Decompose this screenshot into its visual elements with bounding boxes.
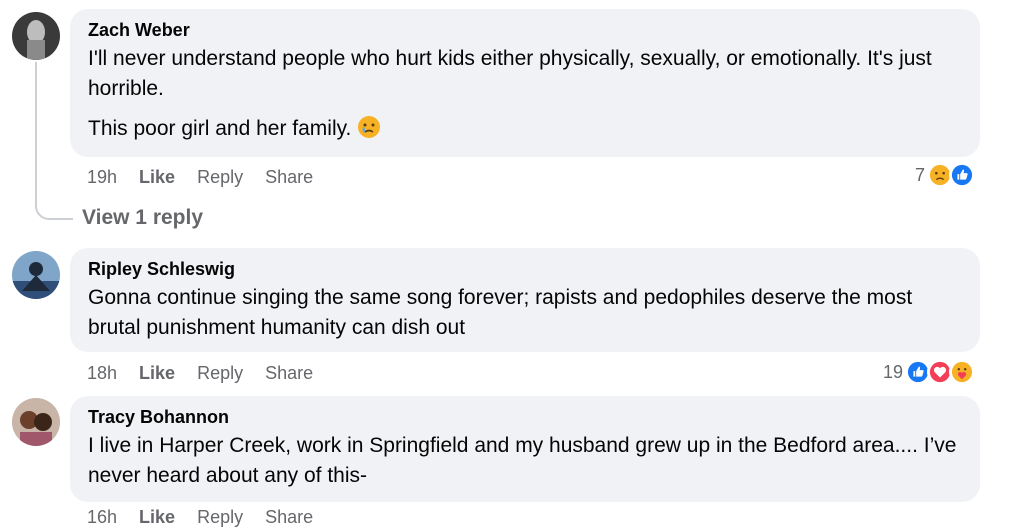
- timestamp[interactable]: 19h: [87, 166, 117, 188]
- author-name[interactable]: Zach Weber: [88, 19, 962, 41]
- reply-button[interactable]: Reply: [197, 362, 243, 384]
- avatar[interactable]: [12, 251, 60, 299]
- comment-text-line: This poor girl and her family.: [88, 117, 352, 140]
- reactions-summary[interactable]: 7: [915, 162, 975, 188]
- comment-text-paragraph-2: This poor girl and her family.: [88, 114, 962, 144]
- comment-text: I live in Harper Creek, work in Springfi…: [88, 434, 957, 487]
- like-button[interactable]: Like: [139, 506, 175, 528]
- like-reaction-icon: [949, 162, 975, 188]
- like-button[interactable]: Like: [139, 362, 175, 384]
- timestamp[interactable]: 18h: [87, 362, 117, 384]
- care-reaction-icon: [949, 359, 975, 385]
- share-button[interactable]: Share: [265, 166, 313, 188]
- comment-text: I'll never understand people who hurt ki…: [88, 47, 932, 100]
- comment-bubble: Tracy Bohannon I live in Harper Creek, w…: [70, 396, 980, 502]
- view-replies-link[interactable]: View 1 reply: [82, 206, 203, 230]
- timestamp[interactable]: 16h: [87, 506, 117, 528]
- share-button[interactable]: Share: [265, 362, 313, 384]
- like-button[interactable]: Like: [139, 166, 175, 188]
- author-name[interactable]: Ripley Schleswig: [88, 258, 962, 280]
- comment-actions: 16h Like Reply Share: [87, 506, 335, 528]
- crying-face-emoji-icon: [358, 116, 381, 138]
- comment-bubble: Zach Weber I'll never understand people …: [70, 9, 980, 157]
- reply-button[interactable]: Reply: [197, 166, 243, 188]
- share-button[interactable]: Share: [265, 506, 313, 528]
- avatar[interactable]: [12, 12, 60, 60]
- comment-bubble: Ripley Schleswig Gonna continue singing …: [70, 248, 980, 352]
- comment-actions: 18h Like Reply Share: [87, 362, 335, 384]
- comment-actions: 19h Like Reply Share: [87, 166, 335, 188]
- thread-line: [35, 62, 73, 220]
- reply-button[interactable]: Reply: [197, 506, 243, 528]
- reactions-summary[interactable]: 19: [883, 359, 975, 385]
- reaction-count: 19: [882, 361, 903, 382]
- author-name[interactable]: Tracy Bohannon: [88, 406, 962, 428]
- comment-text: Gonna continue singing the same song for…: [88, 286, 913, 339]
- reaction-count: 7: [914, 164, 925, 185]
- avatar[interactable]: [12, 398, 60, 446]
